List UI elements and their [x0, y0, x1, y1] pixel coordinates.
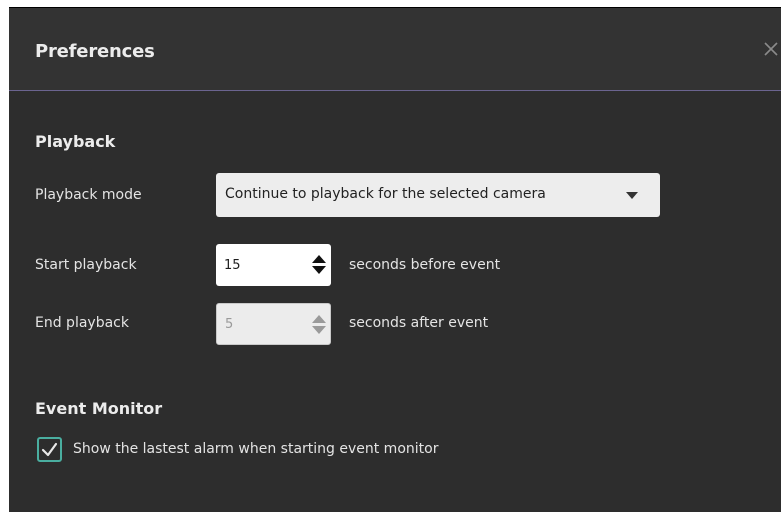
- checkmark-icon: [41, 442, 58, 457]
- playback-mode-label: Playback mode: [35, 187, 142, 203]
- start-playback-input[interactable]: [216, 244, 304, 286]
- playback-mode-select[interactable]: Continue to playback for the selected ca…: [216, 173, 660, 217]
- close-icon: [764, 42, 778, 56]
- dialog-title-bar: Preferences: [9, 8, 781, 91]
- start-playback-label: Start playback: [35, 257, 137, 273]
- end-playback-spin-arrows: [311, 304, 327, 344]
- event-monitor-section-title: Event Monitor: [35, 399, 163, 418]
- preferences-dialog: Preferences Playback Playback mode Conti…: [9, 7, 781, 512]
- playback-section-title: Playback: [35, 132, 116, 151]
- show-latest-alarm-checkbox[interactable]: [37, 437, 62, 462]
- decrement-down-icon[interactable]: [311, 265, 327, 277]
- screen: Preferences Playback Playback mode Conti…: [0, 0, 781, 512]
- decrement-down-icon: [312, 326, 326, 334]
- end-playback-stepper: [216, 303, 331, 345]
- start-playback-suffix: seconds before event: [349, 257, 501, 273]
- dialog-title: Preferences: [35, 41, 155, 62]
- playback-mode-value: Continue to playback for the selected ca…: [225, 186, 546, 202]
- close-button[interactable]: [761, 38, 781, 62]
- increment-up-icon: [312, 315, 326, 323]
- chevron-down-icon: [626, 192, 638, 199]
- end-playback-label: End playback: [35, 315, 129, 331]
- start-playback-spin-arrows: [311, 244, 327, 286]
- end-playback-suffix: seconds after event: [349, 315, 489, 331]
- end-playback-input: [217, 304, 305, 344]
- increment-up-icon[interactable]: [311, 252, 327, 264]
- show-latest-alarm-label[interactable]: Show the lastest alarm when starting eve…: [73, 441, 438, 457]
- start-playback-stepper: [216, 244, 331, 286]
